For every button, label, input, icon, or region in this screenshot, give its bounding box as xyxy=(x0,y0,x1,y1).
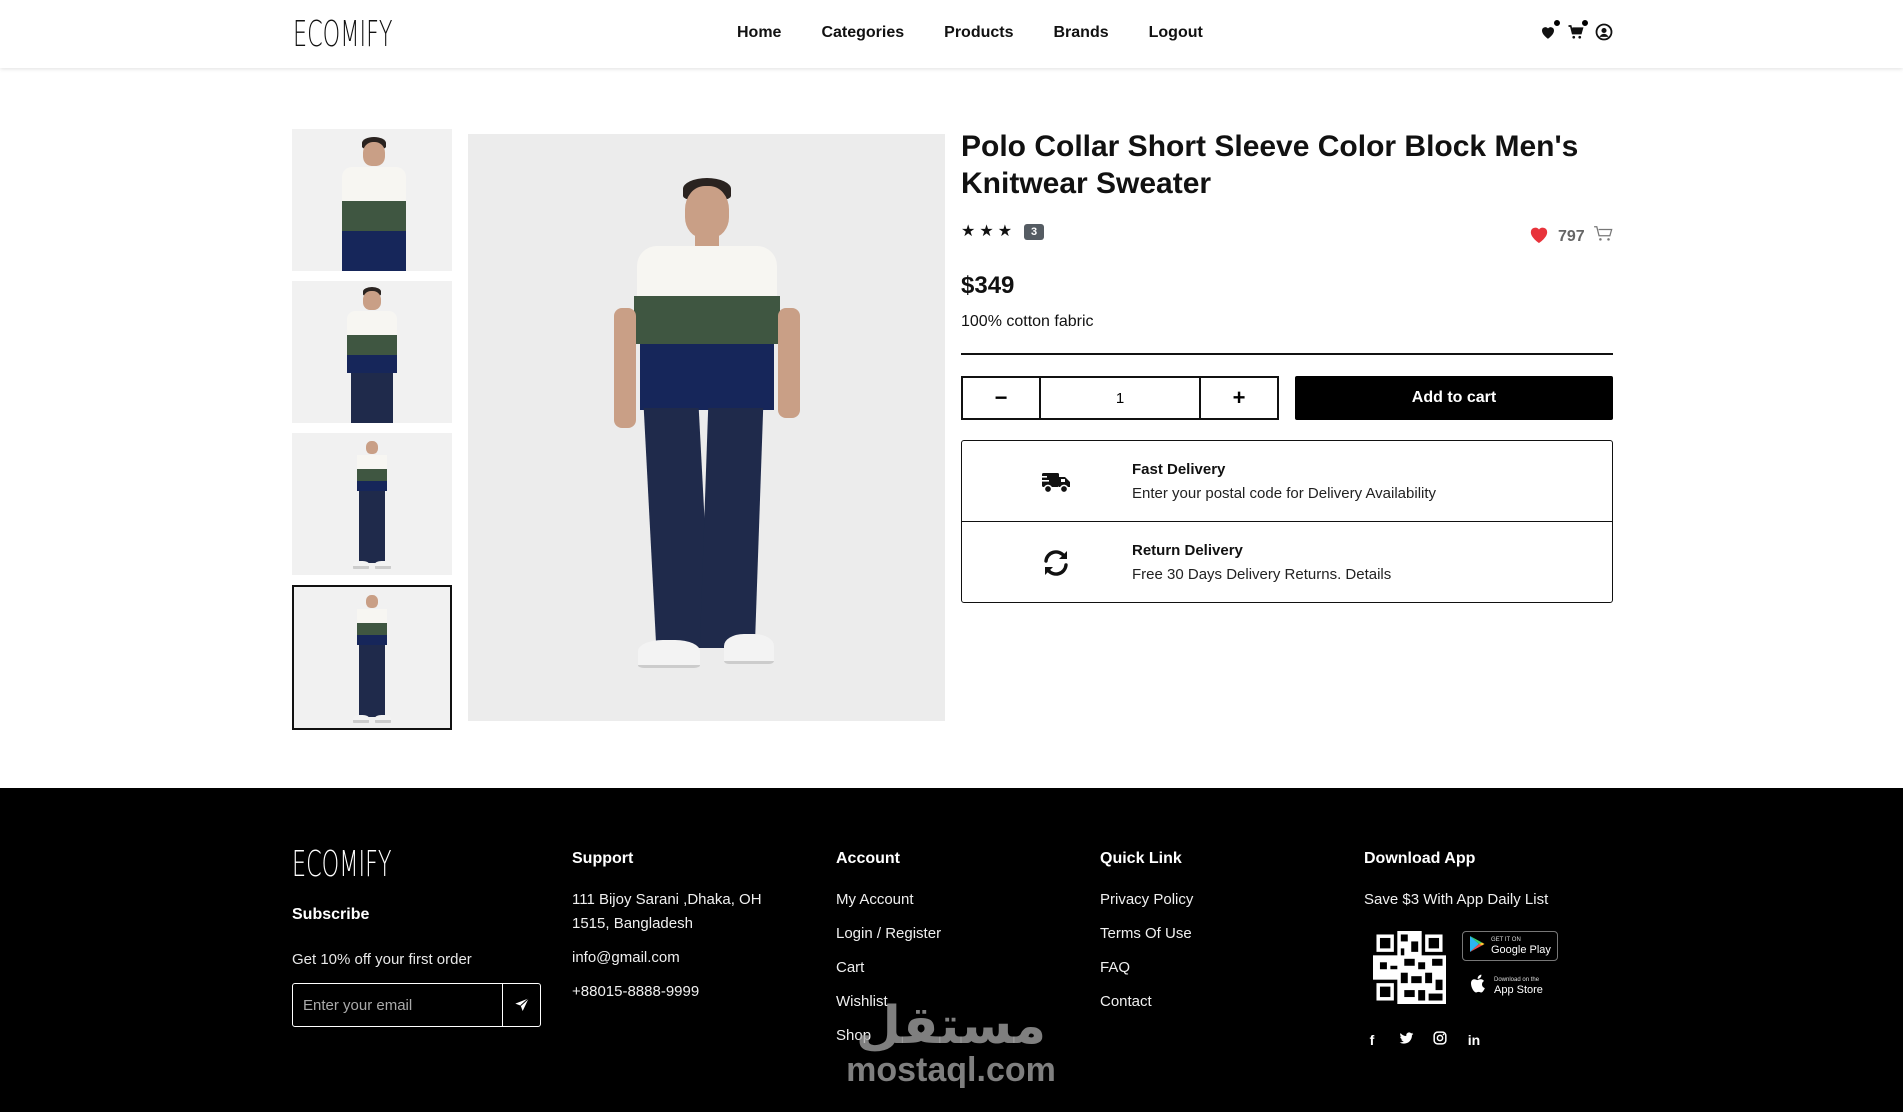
user-icon[interactable] xyxy=(1595,23,1613,41)
support-phone[interactable]: +88015-8888-9999 xyxy=(572,980,762,1004)
return-delivery-text[interactable]: Free 30 Days Delivery Returns. Details xyxy=(1132,566,1391,583)
increase-quantity-button[interactable]: + xyxy=(1201,378,1277,418)
twitter-icon[interactable] xyxy=(1398,1031,1414,1048)
product-likes: 797 xyxy=(1528,224,1615,249)
star-icon: ★ xyxy=(979,223,994,240)
watermark: مستقل mostaql.com xyxy=(836,1000,1066,1088)
product-title: Polo Collar Short Sleeve Color Block Men… xyxy=(961,130,1579,200)
support-email[interactable]: info@gmail.com xyxy=(572,946,762,970)
nav-brands[interactable]: Brands xyxy=(1054,24,1109,42)
google-play-icon xyxy=(1469,935,1485,958)
return-delivery-title: Return Delivery xyxy=(1132,542,1243,559)
product-price: $349 xyxy=(961,272,1015,299)
logo[interactable]: ECOMIFY xyxy=(293,14,393,55)
account-heading: Account xyxy=(836,850,900,867)
footer-link-my-account[interactable]: My Account xyxy=(836,888,941,912)
star-icon: ★ xyxy=(961,223,976,240)
nav-products[interactable]: Products xyxy=(944,24,1013,42)
email-input[interactable] xyxy=(293,984,502,1026)
quick-link-heading: Quick Link xyxy=(1100,850,1182,867)
thumbnail-2[interactable] xyxy=(292,281,452,423)
refresh-icon xyxy=(1040,548,1072,578)
add-to-cart-button[interactable]: Add to cart xyxy=(1295,376,1613,420)
delivery-info-box: Fast Delivery Enter your postal code for… xyxy=(961,440,1613,603)
support-heading: Support xyxy=(572,850,634,867)
watermark-arabic: مستقل xyxy=(855,996,1047,1056)
instagram-icon[interactable] xyxy=(1432,1031,1448,1048)
footer-link-terms[interactable]: Terms Of Use xyxy=(1100,922,1193,946)
apple-icon xyxy=(1468,973,1488,1000)
thumbnail-4[interactable] xyxy=(292,585,452,730)
cart-count-dot xyxy=(1581,19,1589,27)
cart-outline-icon[interactable] xyxy=(1593,225,1615,248)
likes-count: 797 xyxy=(1558,227,1585,245)
decrease-quantity-button[interactable]: − xyxy=(963,378,1039,418)
app-store-big-text: App Store xyxy=(1494,983,1543,996)
thumbnail-list xyxy=(292,129,452,740)
fast-delivery-text[interactable]: Enter your postal code for Delivery Avai… xyxy=(1132,485,1436,502)
footer-link-faq[interactable]: FAQ xyxy=(1100,956,1193,980)
quantity-stepper: − 1 + xyxy=(961,376,1279,420)
header-icons xyxy=(1539,19,1613,41)
send-icon xyxy=(514,997,529,1011)
linkedin-icon[interactable]: in xyxy=(1466,1032,1482,1048)
fast-delivery-row: Fast Delivery Enter your postal code for… xyxy=(962,441,1612,521)
app-store-small-text: Download on the xyxy=(1494,976,1540,983)
subscribe-title: Subscribe xyxy=(292,906,370,923)
wishlist-count-dot xyxy=(1553,19,1561,27)
thumbnail-3[interactable] xyxy=(292,433,452,575)
truck-icon xyxy=(1040,467,1072,497)
main-nav: Home Categories Products Brands Logout xyxy=(737,24,1203,42)
nav-logout[interactable]: Logout xyxy=(1149,24,1203,42)
star-icon: ★ xyxy=(997,223,1013,240)
review-count-badge: 3 xyxy=(1024,224,1045,240)
main-product-image[interactable] xyxy=(468,134,945,721)
footer-logo[interactable]: ECOMIFY xyxy=(292,844,392,885)
nav-categories[interactable]: Categories xyxy=(821,24,904,42)
google-play-small-text: GET IT ON xyxy=(1491,936,1521,943)
subscribe-text: Get 10% off your first order xyxy=(292,951,472,968)
send-button[interactable] xyxy=(502,984,540,1026)
site-header: ECOMIFY Home Categories Products Brands … xyxy=(0,0,1903,68)
download-heading: Download App xyxy=(1364,850,1476,867)
product-description: 100% cotton fabric xyxy=(961,313,1094,330)
footer-link-contact[interactable]: Contact xyxy=(1100,990,1193,1014)
footer-link-login-register[interactable]: Login / Register xyxy=(836,922,941,946)
heart-icon[interactable] xyxy=(1539,19,1561,41)
download-text: Save $3 With App Daily List xyxy=(1364,891,1549,908)
facebook-icon[interactable]: f xyxy=(1364,1032,1380,1048)
product-rating: ★ ★ ★ 3 xyxy=(961,223,1045,240)
footer-link-privacy[interactable]: Privacy Policy xyxy=(1100,888,1193,912)
google-play-button[interactable]: GET IT ON Google Play xyxy=(1462,931,1558,961)
thumbnail-1[interactable] xyxy=(292,129,452,271)
app-store-button[interactable]: Download on the App Store xyxy=(1462,971,1558,1001)
quick-link-column: Quick Link Privacy Policy Terms Of Use F… xyxy=(1100,850,1193,1024)
divider xyxy=(961,353,1613,355)
quantity-value[interactable]: 1 xyxy=(1039,378,1201,418)
heart-icon[interactable] xyxy=(1528,224,1550,249)
footer-link-cart[interactable]: Cart xyxy=(836,956,941,980)
qr-code xyxy=(1373,931,1446,1004)
fast-delivery-title: Fast Delivery xyxy=(1132,461,1226,478)
support-column: Support 111 Bijoy Sarani ,Dhaka, OH 1515… xyxy=(572,850,762,1014)
nav-home[interactable]: Home xyxy=(737,24,781,42)
social-links: f in xyxy=(1364,1031,1482,1048)
watermark-latin: mostaql.com xyxy=(846,1051,1056,1089)
subscribe-form xyxy=(292,983,541,1027)
download-column: Download App Save $3 With App Daily List xyxy=(1364,850,1548,922)
support-address: 111 Bijoy Sarani ,Dhaka, OH 1515, Bangla… xyxy=(572,891,762,932)
google-play-big-text: Google Play xyxy=(1491,943,1551,956)
return-delivery-row: Return Delivery Free 30 Days Delivery Re… xyxy=(962,521,1612,601)
cart-icon[interactable] xyxy=(1567,19,1589,41)
